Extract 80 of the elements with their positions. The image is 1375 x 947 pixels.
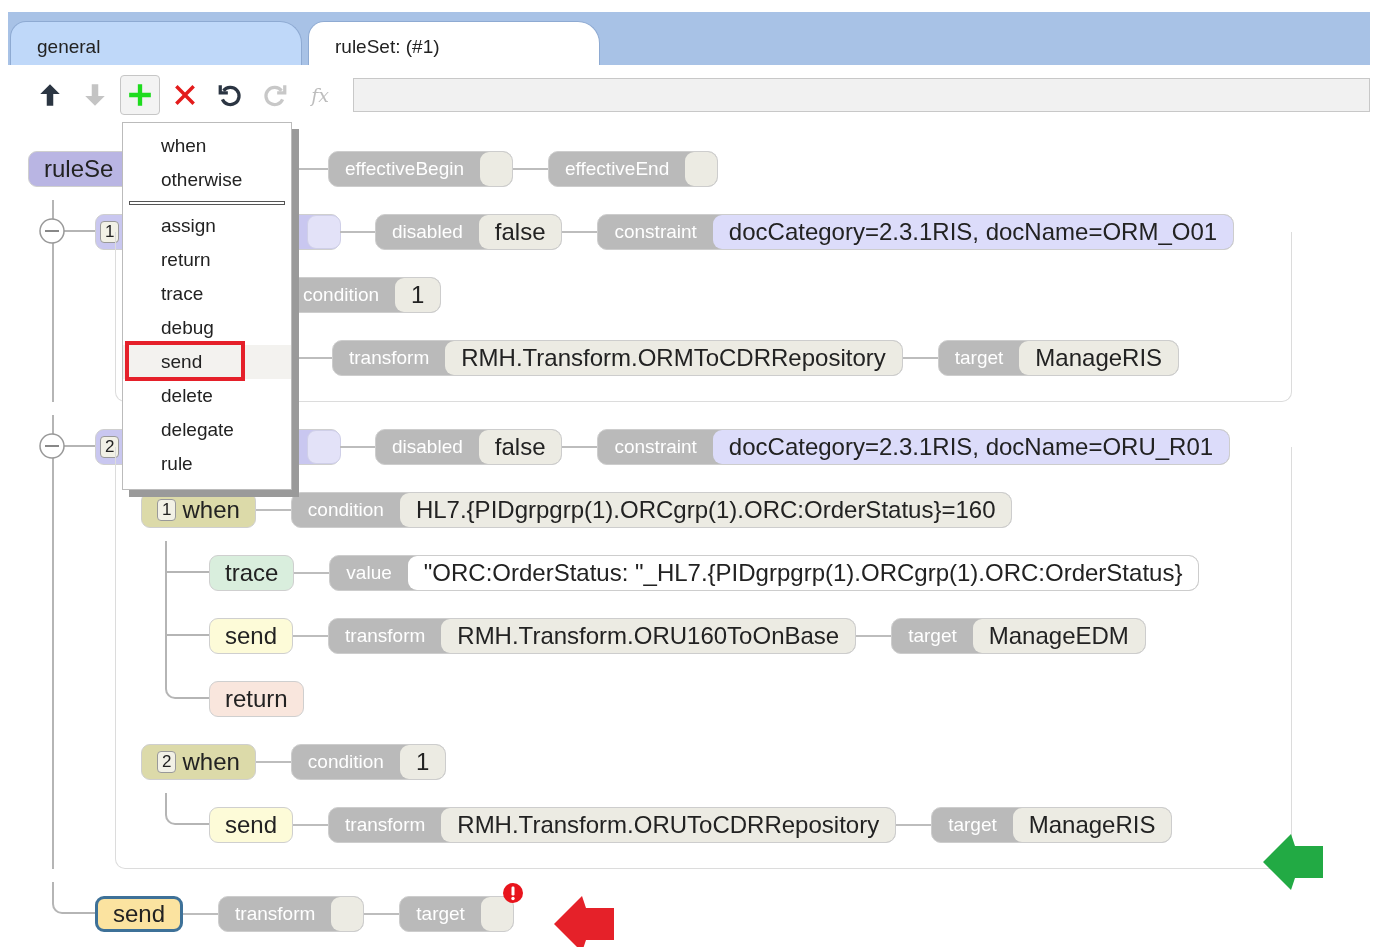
menu-item[interactable]: rule <box>123 447 291 481</box>
parameter-label: effectiveBegin <box>344 156 465 181</box>
parameter-value[interactable]: ManageRIS <box>1019 340 1179 375</box>
parameter-label: condition <box>306 749 385 774</box>
parameter-label: target <box>415 901 466 926</box>
parameter-label: constraint <box>613 434 698 459</box>
parameter-field[interactable]: transform RMH.Transform.ORUToCDRRepository <box>328 806 897 843</box>
menu-item[interactable]: delete <box>123 379 291 413</box>
parameter-label: transform <box>344 812 427 837</box>
parameter-value[interactable]: false <box>478 214 562 249</box>
index-badge: 1 <box>157 498 177 521</box>
collapse-icon[interactable] <box>39 218 65 244</box>
parameter-value[interactable]: false <box>478 429 562 464</box>
parameter-label: effectiveEnd <box>564 156 671 181</box>
undo-icon <box>217 82 243 108</box>
tab[interactable]: ruleSet: (#1) <box>308 21 600 65</box>
parameter-value[interactable]: RMH.Transform.ORU160ToOnBase <box>441 618 856 653</box>
index-badge: 1 <box>100 220 120 243</box>
menu-item[interactable]: assign <box>123 209 291 243</box>
parameter-field[interactable]: target ManageRIS <box>937 339 1180 376</box>
parameter-field[interactable]: target ManageRIS <box>931 806 1173 843</box>
action-node[interactable]: send <box>95 895 184 932</box>
parameter-field[interactable]: transform RMH.Transform.ORMToCDRRepository <box>332 339 903 376</box>
collapse-icon[interactable] <box>39 433 65 459</box>
parameter-field[interactable]: constraint docCategory=2.3.1RIS, docName=ORM_O01 <box>597 213 1235 250</box>
action-node[interactable]: return <box>209 680 304 717</box>
tab[interactable]: general <box>10 21 302 65</box>
parameter-label: disabled <box>391 434 464 459</box>
node-label: when <box>182 495 240 524</box>
parameter-label: target <box>907 623 958 648</box>
action-node[interactable]: send <box>209 806 294 843</box>
parameter-label: disabled <box>391 219 464 244</box>
parameter-field[interactable]: transform RMH.Transform.ORU160ToOnBase <box>328 617 857 654</box>
menu-item[interactable]: otherwise <box>123 163 291 197</box>
menu-item[interactable]: when <box>123 129 291 163</box>
parameter-value[interactable]: HL7.{PIDgrpgrp(1).ORCgrp(1).ORC:OrderStatus}=160 <box>399 492 1012 527</box>
parameter-field[interactable]: disabled false <box>375 213 563 250</box>
parameter-value[interactable]: 1 <box>395 277 441 312</box>
menu-item[interactable]: return <box>123 243 291 277</box>
empty-value-field[interactable] <box>480 896 513 931</box>
plus-icon <box>127 82 153 108</box>
expression-field[interactable] <box>353 78 1370 112</box>
node-label: when <box>182 747 240 776</box>
close-icon <box>172 82 198 108</box>
add-button[interactable] <box>120 75 160 115</box>
menu-item[interactable]: delegate <box>123 413 291 447</box>
parameter-value[interactable]: "ORC:OrderStatus: "_HL7.{PIDgrpgrp(1).ORCgrp(1).ORC:OrderStatus} <box>407 555 1199 590</box>
parameter-label: target <box>953 345 1005 370</box>
parameter-label: target <box>947 812 998 837</box>
parameter-label: value <box>345 560 393 585</box>
action-node[interactable]: trace <box>209 554 295 591</box>
redo-icon <box>262 82 288 108</box>
parameter-value[interactable]: docCategory=2.3.1RIS, docName=ORU_R01 <box>712 429 1230 464</box>
parameter-value[interactable]: docCategory=2.3.1RIS, docName=ORM_O01 <box>712 214 1234 249</box>
empty-value-field[interactable] <box>331 896 364 931</box>
parameter-label: condition <box>306 497 385 522</box>
parameter-field[interactable]: disabled false <box>375 428 563 465</box>
parameter-value[interactable]: 1 <box>399 744 446 779</box>
parameter-field[interactable]: condition 1 <box>290 743 447 780</box>
parameter-value[interactable]: RMH.Transform.ORMToCDRRepository <box>445 340 902 375</box>
parameter-label: condition <box>302 282 381 307</box>
parameter-label: transform <box>348 345 431 370</box>
parameter-value[interactable]: RMH.Transform.ORUToCDRRepository <box>441 807 896 842</box>
index-badge: 2 <box>100 435 120 458</box>
parameter-value[interactable]: ManageRIS <box>1012 807 1172 842</box>
parameter-field[interactable]: target ManageEDM <box>891 617 1146 654</box>
index-badge: 2 <box>157 750 177 773</box>
empty-value-field[interactable] <box>480 151 512 186</box>
action-node[interactable]: send <box>209 617 294 654</box>
parameter-value[interactable]: ManageEDM <box>972 618 1145 653</box>
action-node[interactable]: 2 when <box>141 743 256 780</box>
parameter-label: transform <box>234 901 317 926</box>
menu-item[interactable]: debug <box>123 311 291 345</box>
parameter-label: transform <box>344 623 427 648</box>
parameter-field[interactable]: constraint docCategory=2.3.1RIS, docName=ORU_R01 <box>597 428 1231 465</box>
empty-value-field[interactable] <box>685 151 718 186</box>
parameter-label: constraint <box>613 219 698 244</box>
menu-item[interactable]: send <box>123 345 291 379</box>
parameter-field[interactable]: value "ORC:OrderStatus: "_HL7.{PIDgrpgrp(1).ORCgrp(1).ORC:OrderStatus} <box>329 554 1200 591</box>
parameter-field[interactable]: condition HL7.{PIDgrpgrp(1).ORCgrp(1).ORC:OrderStatus}=160 <box>290 491 1013 528</box>
